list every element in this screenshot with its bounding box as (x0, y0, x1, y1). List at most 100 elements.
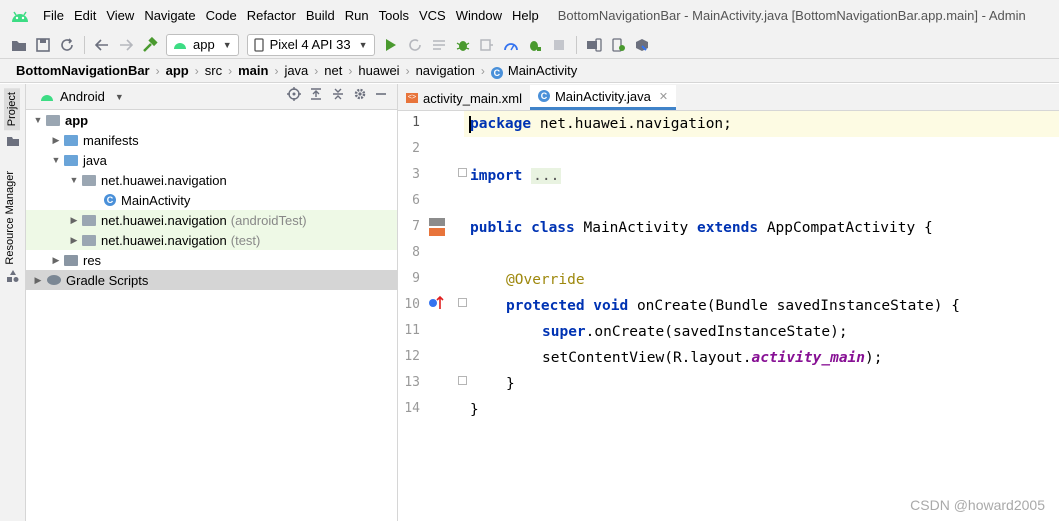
close-icon[interactable]: ✕ (659, 90, 668, 103)
tab-activity-main-xml[interactable]: <> activity_main.xml (398, 86, 530, 110)
back-arrow-icon[interactable] (93, 36, 111, 54)
chevron-right-icon: › (194, 63, 199, 78)
breadcrumb-net[interactable]: net (324, 63, 342, 78)
tree-item-gradle-scripts[interactable]: ▶ Gradle Scripts (26, 270, 397, 290)
tree-item-package-androidtest[interactable]: ▶ net.huawei.navigation (androidTest) (26, 210, 397, 230)
menu-code[interactable]: Code (201, 0, 242, 31)
forward-arrow-icon[interactable] (117, 36, 135, 54)
toolbar-separator (575, 35, 577, 54)
menu-file[interactable]: File (38, 0, 69, 31)
chevron-down-icon[interactable]: ▼ (48, 155, 64, 165)
stop-icon[interactable] (550, 36, 568, 54)
breadcrumb-project[interactable]: BottomNavigationBar (16, 63, 150, 78)
package-icon (82, 234, 96, 246)
chevron-right-icon[interactable]: ▶ (48, 135, 64, 146)
menu-refactor[interactable]: Refactor (242, 0, 301, 31)
tab-mainactivity-java[interactable]: C MainActivity.java ✕ (529, 85, 677, 110)
breadcrumb-java[interactable]: java (284, 63, 308, 78)
sdk-manager-icon[interactable] (633, 36, 651, 54)
breadcrumb-app[interactable]: app (166, 63, 189, 78)
menu-window[interactable]: Window (451, 0, 507, 31)
tree-item-res[interactable]: ▶ res (26, 250, 397, 270)
collapse-all-icon[interactable] (331, 87, 345, 104)
code-line: public class MainActivity extends AppCom… (470, 220, 933, 236)
tree-item-mainactivity[interactable]: C MainActivity (26, 190, 397, 210)
chevron-down-icon[interactable]: ▼ (115, 92, 124, 102)
tree-item-test-suffix: (test) (230, 232, 261, 248)
tree-item-package-test[interactable]: ▶ net.huawei.navigation (test) (26, 230, 397, 250)
module-selector[interactable]: app ▼ (166, 33, 239, 56)
tree-item-package-main[interactable]: ▼ net.huawei.navigation (26, 170, 397, 190)
menu-view[interactable]: View (101, 0, 139, 31)
line-number: 6 (412, 193, 420, 208)
locate-file-icon[interactable] (287, 87, 301, 104)
line-number: 14 (404, 401, 420, 416)
breadcrumb-huawei[interactable]: huawei (358, 63, 399, 78)
expand-all-icon[interactable] (309, 87, 323, 104)
device-mirror-icon[interactable] (609, 36, 627, 54)
android-studio-logo-icon (10, 8, 30, 24)
tree-item-gradle-scripts-label: Gradle Scripts (66, 272, 149, 288)
menu-run[interactable]: Run (340, 0, 374, 31)
tree-item-mainactivity-label: MainActivity (121, 192, 191, 208)
sync-icon[interactable] (58, 36, 76, 54)
project-tree: ▼ app ▶ manifests ▼ java ▼ net.huawei.na… (26, 110, 397, 290)
code-line: package net.huawei.navigation; (470, 116, 732, 132)
code-area[interactable]: package net.huawei.navigation; import ..… (464, 111, 1059, 521)
toolbar-separator (84, 35, 85, 54)
chevron-right-icon[interactable]: ▶ (66, 235, 82, 246)
open-folder-icon[interactable] (10, 36, 28, 54)
tree-item-java[interactable]: ▼ java (26, 150, 397, 170)
breadcrumb-src[interactable]: src (205, 63, 222, 78)
folder-icon (64, 134, 78, 146)
tree-item-manifests[interactable]: ▶ manifests (26, 130, 397, 150)
breadcrumb-main[interactable]: main (238, 63, 268, 78)
project-panel-header: Android ▼ (26, 84, 397, 110)
tree-item-package-test-label: net.huawei.navigation (101, 232, 227, 248)
tab-project[interactable]: Project (4, 88, 20, 131)
menu-edit[interactable]: Edit (69, 0, 101, 31)
tab-resource-manager[interactable]: Resource Manager (4, 171, 16, 265)
menu-vcs[interactable]: VCS (414, 0, 451, 31)
code-line: } (506, 376, 515, 392)
tree-item-app[interactable]: ▼ app (26, 110, 397, 130)
line-number: 11 (404, 323, 420, 338)
chevron-right-icon[interactable]: ▶ (48, 255, 64, 266)
attach-debugger-icon[interactable] (526, 36, 544, 54)
apply-changes-icon[interactable] (406, 36, 424, 54)
override-method-icon[interactable] (428, 295, 444, 314)
menu-help[interactable]: Help (507, 0, 544, 31)
activity-layout-gutter-icon[interactable] (428, 217, 446, 240)
project-view-selector[interactable]: Android (60, 89, 105, 104)
main-toolbar: app ▼ Pixel 4 API 33 ▼ (0, 31, 1059, 58)
settings-gear-icon[interactable] (353, 87, 367, 104)
chevron-down-icon[interactable]: ▼ (66, 175, 82, 185)
debug-icon[interactable] (454, 36, 472, 54)
run-icon[interactable] (382, 36, 400, 54)
line-number: 1 (412, 115, 420, 130)
chevron-right-icon[interactable]: ▶ (66, 215, 82, 226)
menu-tools[interactable]: Tools (374, 0, 414, 31)
line-number: 10 (404, 297, 420, 312)
menu-build[interactable]: Build (301, 0, 340, 31)
profiler-icon[interactable] (502, 36, 520, 54)
tab-mainactivity-java-label: MainActivity.java (554, 88, 651, 104)
hide-panel-icon[interactable] (375, 87, 387, 104)
build-hammer-icon[interactable] (141, 36, 159, 54)
device-selector[interactable]: Pixel 4 API 33 ▼ (246, 33, 375, 56)
folded-imports[interactable]: ... (531, 168, 562, 184)
device-manager-icon[interactable] (585, 36, 603, 54)
apply-code-changes-icon[interactable] (430, 36, 448, 54)
save-all-icon[interactable] (34, 36, 52, 54)
chevron-down-icon: ▼ (222, 39, 232, 50)
menu-navigate[interactable]: Navigate (139, 0, 200, 31)
line-number: 12 (404, 349, 420, 364)
chevron-down-icon[interactable]: ▼ (30, 115, 46, 125)
breadcrumb-mainactivity[interactable]: C MainActivity (490, 63, 577, 79)
code-line: protected void onCreate(Bundle savedInst… (506, 298, 960, 314)
res-folder-icon (64, 254, 78, 266)
chevron-right-icon[interactable]: ▶ (30, 275, 46, 286)
class-icon: C (490, 66, 503, 79)
breadcrumb-navigation[interactable]: navigation (416, 63, 475, 78)
coverage-icon[interactable] (478, 36, 496, 54)
